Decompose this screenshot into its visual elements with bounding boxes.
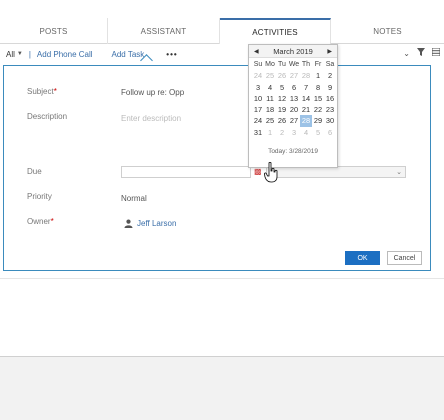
hand-cursor-icon	[264, 162, 278, 183]
weekday-header: Fr	[314, 61, 322, 68]
divider	[0, 278, 444, 279]
calendar-day[interactable]: 26	[276, 70, 288, 81]
weekday-header: Tu	[278, 61, 286, 68]
calendar-day[interactable]: 28	[300, 70, 312, 81]
priority-label: Priority	[27, 192, 52, 201]
tab-assistant[interactable]: ASSISTANT	[108, 18, 220, 44]
today-link[interactable]: Today: 3/28/2019	[249, 148, 337, 155]
owner-link[interactable]: Jeff Larson	[137, 219, 176, 228]
description-field[interactable]: Enter description	[121, 114, 181, 123]
calendar-grid: Su Mo Tu We Th Fr Sa 24 25 26 27 28 1 2 3 4 5 6 7 8 9 10 11 12 1…	[249, 58, 337, 138]
weekday-header: Th	[301, 61, 311, 68]
due-date-input[interactable]	[121, 166, 251, 178]
calendar-day[interactable]: 1	[264, 127, 276, 138]
more-options-button[interactable]: •••	[166, 50, 177, 59]
weekday-header: Su	[253, 61, 263, 68]
calendar-day[interactable]: 6	[324, 127, 336, 138]
ok-button[interactable]: OK	[345, 251, 380, 265]
toolbar-right-actions: ⌄	[403, 47, 441, 58]
calendar-day[interactable]: 24	[252, 115, 264, 126]
subject-field[interactable]: Follow up re: Opp	[121, 88, 184, 97]
activity-toolbar: All ▼ | Add Phone Call Add Task ••• ⌄	[0, 44, 444, 64]
calendar-icon[interactable]: ▩	[254, 167, 264, 177]
calendar-day[interactable]: 12	[276, 93, 288, 104]
due-label: Due	[27, 167, 42, 176]
calendar-day[interactable]: 17	[252, 104, 264, 115]
calendar-day[interactable]: 14	[300, 93, 312, 104]
calendar-day[interactable]: 22	[312, 104, 324, 115]
user-icon	[124, 219, 133, 228]
calendar-day[interactable]: 24	[252, 70, 264, 81]
filter-icon[interactable]	[417, 48, 425, 58]
tab-bar: POSTS ASSISTANT ACTIVITIES NOTES	[0, 18, 444, 45]
cancel-button[interactable]: Cancel	[387, 251, 422, 265]
tab-posts[interactable]: POSTS	[0, 18, 108, 44]
calendar-day[interactable]: 13	[288, 93, 300, 104]
calendar-day[interactable]: 5	[276, 82, 288, 93]
date-picker-header: ◀ March 2019 ▶	[249, 45, 337, 58]
toolbar-separator: |	[28, 49, 31, 59]
subject-label: Subject*	[27, 87, 57, 96]
filter-all-dropdown[interactable]: All	[6, 50, 15, 59]
calendar-day[interactable]: 19	[276, 104, 288, 115]
calendar-day[interactable]: 31	[252, 127, 264, 138]
calendar-day[interactable]: 26	[276, 115, 288, 126]
priority-field[interactable]: Normal	[121, 194, 147, 203]
calendar-day[interactable]: 3	[288, 127, 300, 138]
calendar-day[interactable]: 25	[264, 70, 276, 81]
calendar-day[interactable]: 7	[300, 82, 312, 93]
calendar-day[interactable]: 4	[264, 82, 276, 93]
calendar-day[interactable]: 3	[252, 82, 264, 93]
footer-area	[0, 357, 444, 420]
calendar-day[interactable]: 9	[324, 82, 336, 93]
add-task-link[interactable]: Add Task	[112, 50, 145, 59]
calendar-day[interactable]: 2	[324, 70, 336, 81]
weekday-header: We	[288, 61, 300, 68]
calendar-day[interactable]: 5	[312, 127, 324, 138]
calendar-day-selected[interactable]: 28	[300, 115, 312, 127]
calendar-day[interactable]: 29	[312, 115, 324, 126]
tab-activities[interactable]: ACTIVITIES	[220, 18, 331, 45]
calendar-day[interactable]: 21	[300, 104, 312, 115]
date-picker-popup: ◀ March 2019 ▶ Su Mo Tu We Th Fr Sa 24 25 26 27 28 1…	[248, 44, 338, 168]
calendar-day[interactable]: 11	[264, 93, 276, 104]
add-phone-call-link[interactable]: Add Phone Call	[37, 50, 93, 59]
calendar-day[interactable]: 8	[312, 82, 324, 93]
calendar-day[interactable]: 4	[300, 127, 312, 138]
calendar-day[interactable]: 27	[288, 70, 300, 81]
weekday-header: Sa	[325, 61, 335, 68]
calendar-day[interactable]: 20	[288, 104, 300, 115]
chevron-down-icon[interactable]: ▼	[17, 51, 23, 57]
calendar-day[interactable]: 16	[324, 93, 336, 104]
calendar-day[interactable]: 6	[288, 82, 300, 93]
weekday-header: Mo	[265, 61, 275, 68]
previous-month-icon[interactable]: ◀	[254, 48, 259, 55]
calendar-day[interactable]: 1	[312, 70, 324, 81]
calendar-day[interactable]: 10	[252, 93, 264, 104]
calendar-day[interactable]: 2	[276, 127, 288, 138]
month-title: March 2019	[273, 46, 313, 56]
description-label: Description	[27, 112, 68, 121]
next-month-icon[interactable]: ▶	[327, 48, 332, 55]
tab-notes[interactable]: NOTES	[331, 18, 444, 44]
add-task-form: Subject* Follow up re: Opp Description E…	[3, 65, 431, 271]
calendar-day[interactable]: 18	[264, 104, 276, 115]
calendar-day[interactable]: 25	[264, 115, 276, 126]
chevron-down-icon: ⌄	[396, 169, 402, 176]
calendar-day[interactable]: 27	[288, 115, 300, 126]
calendar-day[interactable]: 15	[312, 93, 324, 104]
calendar-day[interactable]: 23	[324, 104, 336, 115]
calendar-day[interactable]: 30	[324, 115, 336, 126]
owner-label: Owner*	[27, 217, 54, 226]
chevron-down-icon[interactable]: ⌄	[403, 49, 410, 58]
list-icon[interactable]	[431, 47, 441, 58]
